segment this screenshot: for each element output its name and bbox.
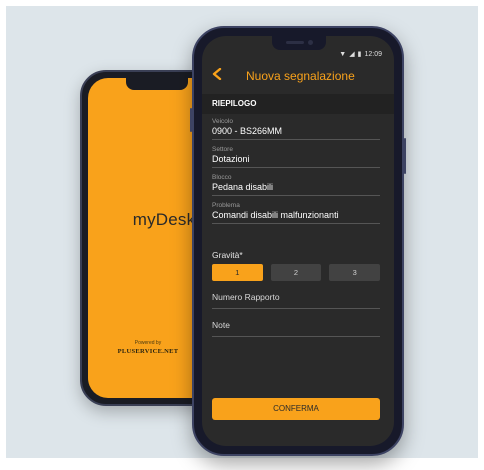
powered-by-text: Powered by — [134, 340, 162, 346]
notes-input[interactable]: Note — [212, 320, 380, 337]
brand-logo: PLUSERVICE.NET — [117, 348, 179, 355]
block-field: Blocco Pedana disabili — [212, 174, 380, 196]
wifi-icon: ▼ — [339, 50, 347, 58]
front-phone: ▼ ◢ ▮ 12:09 Nuova segnalazione RIEPILOGO… — [190, 26, 406, 456]
summary-section-title: RIEPILOGO — [202, 94, 394, 114]
field-label: Blocco — [212, 174, 232, 181]
power-button — [404, 138, 406, 174]
gravity-selector: 1 2 3 — [212, 264, 381, 281]
sector-field: Settore Dotazioni — [212, 146, 380, 168]
chevron-left-icon[interactable] — [212, 67, 228, 84]
app-header: Nuova segnalazione — [202, 64, 394, 88]
gravity-label: Gravità* — [212, 250, 243, 260]
app-screen: ▼ ◢ ▮ 12:09 Nuova segnalazione RIEPILOGO… — [202, 36, 394, 446]
battery-icon: ▮ — [357, 51, 362, 58]
field-label: Settore — [212, 146, 233, 153]
page-title: Nuova segnalazione — [246, 69, 355, 83]
field-value: Dotazioni — [212, 154, 250, 164]
signal-icon: ◢ — [349, 51, 355, 58]
field-label: Problema — [212, 202, 240, 209]
confirm-button[interactable]: CONFERMA — [212, 398, 380, 420]
back-phone-notch — [126, 78, 188, 90]
field-value: Comandi disabili malfunzionanti — [212, 210, 339, 220]
camera — [308, 40, 313, 45]
field-value: 0900 - BS266MM — [212, 126, 283, 136]
report-number-input[interactable]: Numero Rapporto — [212, 292, 380, 309]
status-bar: ▼ ◢ ▮ 12:09 — [339, 50, 382, 59]
field-value: Pedana disabili — [212, 182, 274, 192]
gravity-option-3[interactable]: 3 — [329, 264, 381, 281]
field-label: Veicolo — [212, 118, 233, 125]
gravity-option-2[interactable]: 2 — [270, 264, 322, 281]
volume-button — [190, 108, 192, 132]
gravity-option-1[interactable]: 1 — [212, 264, 263, 281]
front-phone-notch — [272, 36, 326, 50]
status-time: 12:09 — [364, 50, 382, 58]
speaker — [286, 41, 304, 44]
problem-field: Problema Comandi disabili malfunzionanti — [212, 202, 380, 224]
vehicle-field: Veicolo 0900 - BS266MM — [212, 118, 380, 140]
